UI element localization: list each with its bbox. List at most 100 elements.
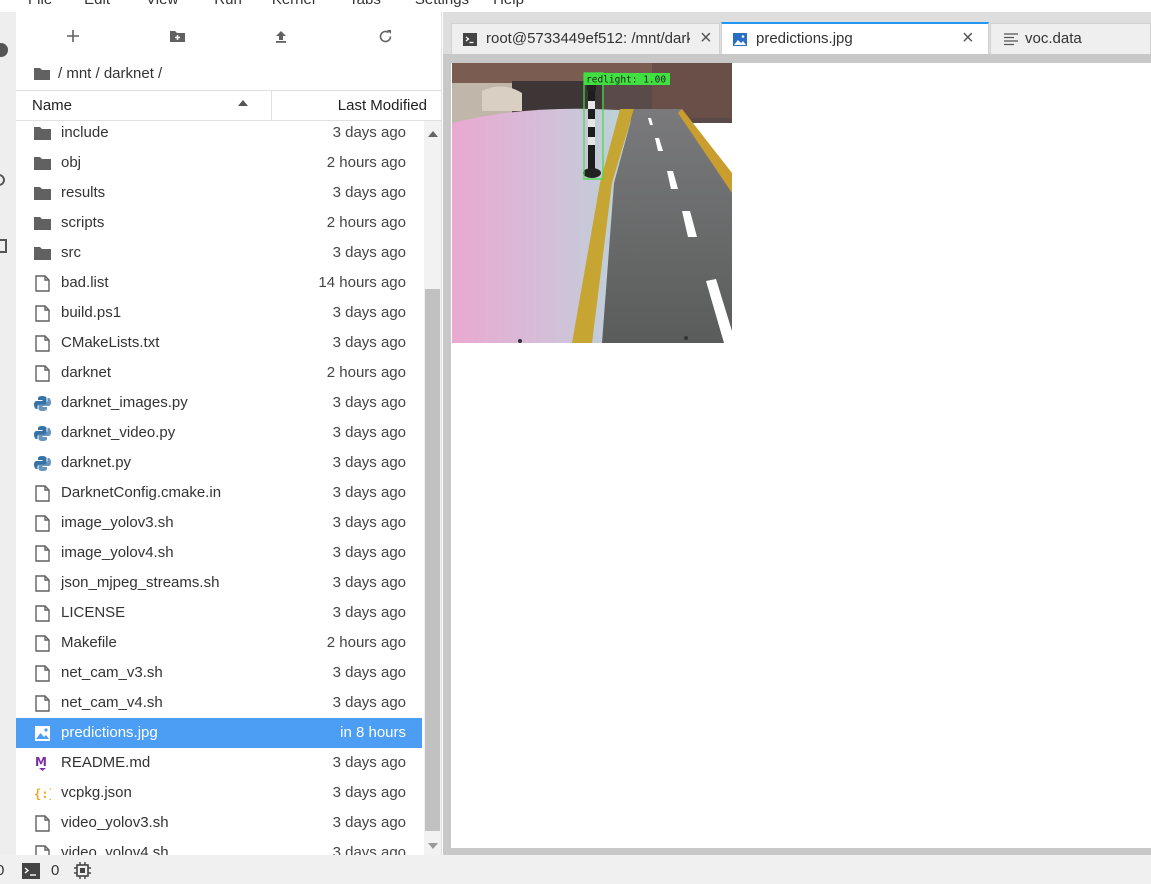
file-row[interactable]: results 3 days ago — [16, 178, 422, 208]
file-name: darknet_images.py — [61, 394, 188, 411]
file-icon — [34, 305, 51, 322]
file-list-scrollbar[interactable] — [424, 121, 441, 855]
file-row[interactable]: video_yolov3.sh 3 days ago — [16, 808, 422, 838]
file-name: src — [61, 244, 81, 261]
predictions-image: redlight: 1.00 — [452, 63, 732, 343]
file-row[interactable]: obj 2 hours ago — [16, 148, 422, 178]
file-row[interactable]: image_yolov4.sh 3 days ago — [16, 538, 422, 568]
file-modified: 3 days ago — [332, 814, 406, 831]
file-row[interactable]: DarknetConfig.cmake.in 3 days ago — [16, 478, 422, 508]
file-row[interactable]: M README.md 3 days ago — [16, 748, 422, 778]
status-terminal-count[interactable]: 0 — [51, 862, 59, 879]
column-divider[interactable] — [271, 91, 272, 120]
file-row[interactable]: net_cam_v4.sh 3 days ago — [16, 688, 422, 718]
file-row[interactable]: json_mjpeg_streams.sh 3 days ago — [16, 568, 422, 598]
status-left-count[interactable]: 0 — [0, 862, 4, 879]
file-name: obj — [61, 154, 82, 171]
file-modified: 3 days ago — [332, 334, 406, 351]
file-modified: 3 days ago — [332, 694, 406, 711]
file-name: Makefile — [61, 634, 117, 651]
file-row[interactable]: video_yolov4.sh 3 days ago — [16, 838, 422, 855]
terminal-icon[interactable] — [22, 863, 40, 883]
file-name: DarknetConfig.cmake.in — [61, 484, 222, 501]
refresh-icon[interactable] — [371, 24, 399, 48]
file-row[interactable]: image_yolov3.sh 3 days ago — [16, 508, 422, 538]
tab-voc-data[interactable]: voc.data — [990, 23, 1151, 54]
column-name[interactable]: Name — [32, 97, 72, 114]
menu-file[interactable]: File — [28, 0, 52, 12]
file-row[interactable]: darknet_images.py 3 days ago — [16, 388, 422, 418]
svg-text:M: M — [35, 755, 47, 769]
folder-icon[interactable] — [34, 67, 50, 80]
file-row[interactable]: scripts 2 hours ago — [16, 208, 422, 238]
file-icon — [34, 575, 51, 592]
close-icon[interactable]: × — [962, 28, 974, 48]
commands-icon[interactable] — [0, 172, 8, 186]
file-icon — [34, 665, 51, 682]
file-modified: 3 days ago — [332, 664, 406, 681]
file-icon — [34, 845, 51, 855]
file-row[interactable]: darknet.py 3 days ago — [16, 448, 422, 478]
file-row[interactable]: predictions.jpg in 8 hours — [16, 718, 422, 748]
file-name: build.ps1 — [61, 304, 122, 321]
python-file-icon — [34, 455, 51, 472]
python-file-icon — [34, 395, 51, 412]
file-row[interactable]: CMakeLists.txt 3 days ago — [16, 328, 422, 358]
file-modified: 2 hours ago — [326, 154, 406, 171]
file-row[interactable]: {:} vcpkg.json 3 days ago — [16, 778, 422, 808]
file-row[interactable]: Makefile 2 hours ago — [16, 628, 422, 658]
file-modified: 2 hours ago — [326, 634, 406, 651]
file-modified: 3 days ago — [332, 574, 406, 591]
menu-edit[interactable]: Edit — [84, 0, 110, 12]
file-modified: 3 days ago — [332, 124, 406, 141]
file-row[interactable]: src 3 days ago — [16, 238, 422, 268]
menu-settings[interactable]: Settings — [415, 0, 469, 12]
file-modified: 3 days ago — [332, 514, 406, 531]
image-viewer-panel: redlight: 1.00 — [451, 63, 1151, 848]
main-dock-area: root@5733449ef512: /mnt/darknet × predic… — [443, 12, 1151, 855]
file-row[interactable]: darknet 2 hours ago — [16, 358, 422, 388]
file-row[interactable]: net_cam_v3.sh 3 days ago — [16, 658, 422, 688]
file-row[interactable]: include 3 days ago — [16, 121, 422, 148]
column-header: Name Last Modified — [16, 90, 442, 121]
breadcrumb-path[interactable]: / mnt / darknet / — [58, 65, 162, 82]
breadcrumb: / mnt / darknet / — [34, 62, 162, 84]
file-name: video_yolov3.sh — [61, 814, 169, 831]
scroll-down-arrow-icon[interactable] — [428, 843, 438, 849]
tab-predictions[interactable]: predictions.jpg × — [721, 22, 989, 54]
folder-icon — [34, 215, 51, 232]
plus-icon[interactable] — [59, 24, 87, 48]
file-icon — [34, 275, 51, 292]
menu-run[interactable]: Run — [214, 0, 242, 12]
folder-icon — [34, 155, 51, 172]
file-icon — [34, 695, 51, 712]
menu-view[interactable]: View — [146, 0, 178, 12]
file-row[interactable]: build.ps1 3 days ago — [16, 298, 422, 328]
new-folder-icon[interactable] — [163, 24, 191, 48]
scroll-up-arrow-icon[interactable] — [428, 131, 438, 137]
chip-icon[interactable] — [74, 862, 91, 883]
folder-icon — [34, 125, 51, 142]
file-modified: 3 days ago — [332, 454, 406, 471]
close-icon[interactable]: × — [700, 28, 712, 48]
column-last-modified[interactable]: Last Modified — [338, 97, 427, 114]
file-name: bad.list — [61, 274, 109, 291]
image-file-icon — [34, 725, 51, 742]
sort-ascending-icon[interactable] — [238, 100, 248, 106]
file-modified: 3 days ago — [332, 844, 406, 855]
file-row[interactable]: darknet_video.py 3 days ago — [16, 418, 422, 448]
file-list: include 3 days ago obj 2 hours ago results 3 … — [16, 121, 424, 855]
file-row[interactable]: LICENSE 3 days ago — [16, 598, 422, 628]
json-file-icon: {:} — [34, 785, 56, 802]
running-icon[interactable] — [0, 42, 8, 57]
file-modified: 3 days ago — [332, 424, 406, 441]
menu-kernel[interactable]: Kernel — [272, 0, 315, 12]
file-row[interactable]: bad.list 14 hours ago — [16, 268, 422, 298]
upload-icon[interactable] — [267, 24, 295, 48]
menu-tabs[interactable]: Tabs — [349, 0, 381, 12]
tab-terminal[interactable]: root@5733449ef512: /mnt/darknet × — [451, 23, 720, 54]
menu-help[interactable]: Help — [493, 0, 524, 12]
file-modified: 3 days ago — [332, 244, 406, 261]
scrollbar-thumb[interactable] — [425, 289, 440, 831]
tabs-icon[interactable] — [0, 238, 8, 253]
